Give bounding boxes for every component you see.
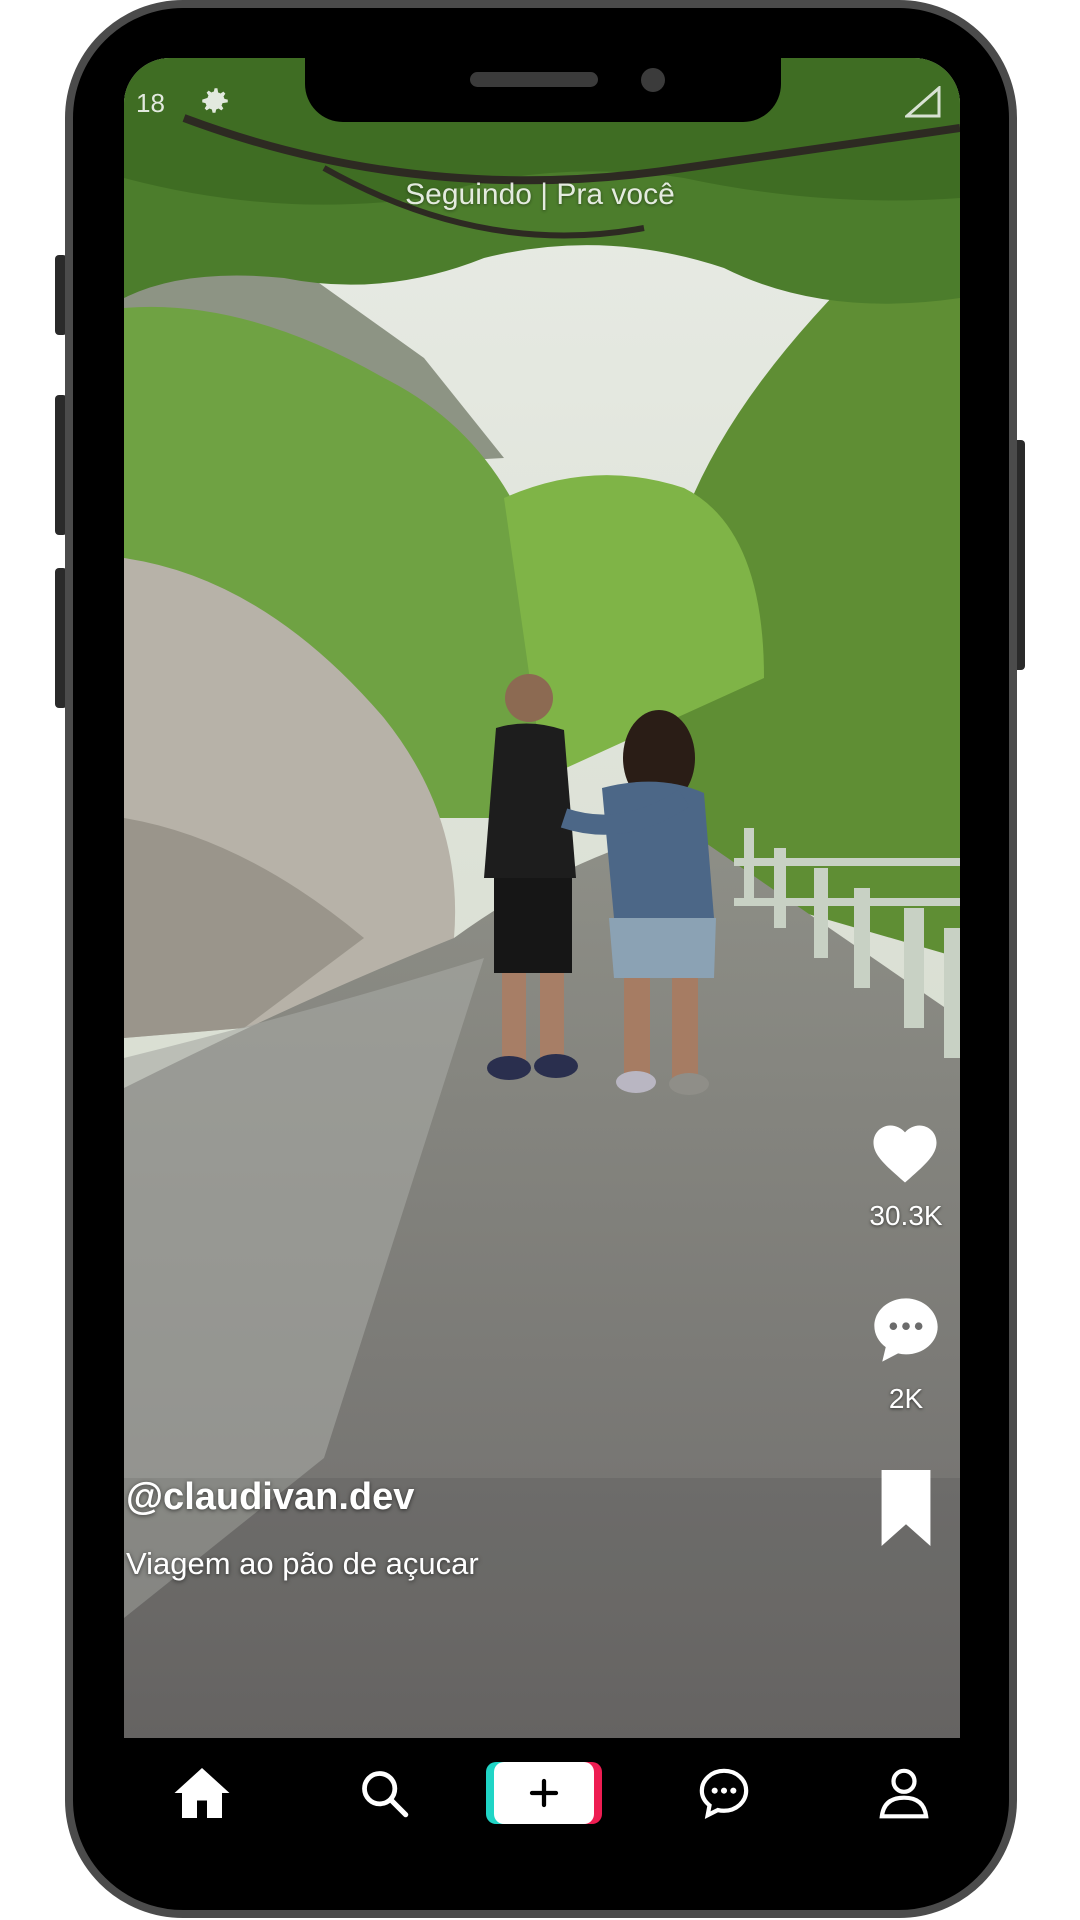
nav-home[interactable]	[152, 1738, 252, 1848]
message-icon	[699, 1768, 749, 1819]
comment-icon[interactable]	[868, 1292, 944, 1368]
like-count: 30.3K	[869, 1200, 943, 1231]
comment-count: 2K	[888, 1383, 924, 1414]
post-caption: Viagem ao pão de açucar	[126, 1546, 479, 1581]
heart-icon[interactable]	[868, 1118, 942, 1184]
front-camera	[641, 68, 665, 92]
create-button-face	[494, 1762, 594, 1824]
bottom-nav	[124, 1738, 960, 1848]
phone-notch	[305, 50, 781, 122]
feed-tabs[interactable]: Seguindo | Pra você	[340, 178, 740, 212]
nav-inbox[interactable]	[674, 1738, 774, 1848]
nav-create[interactable]	[484, 1738, 604, 1848]
post-username[interactable]: @claudivan.dev	[126, 1476, 414, 1519]
user-icon	[879, 1768, 929, 1819]
signal-icon	[905, 86, 941, 118]
gear-icon	[202, 88, 228, 113]
status-time: 18	[136, 88, 165, 118]
earpiece-speaker	[470, 72, 598, 87]
bookmark-icon[interactable]	[878, 1470, 934, 1546]
plus-icon	[529, 1778, 559, 1808]
home-icon	[174, 1768, 230, 1818]
search-icon	[362, 1771, 409, 1818]
create-button[interactable]	[486, 1762, 602, 1824]
nav-profile[interactable]	[854, 1738, 954, 1848]
nav-search[interactable]	[334, 1738, 434, 1848]
